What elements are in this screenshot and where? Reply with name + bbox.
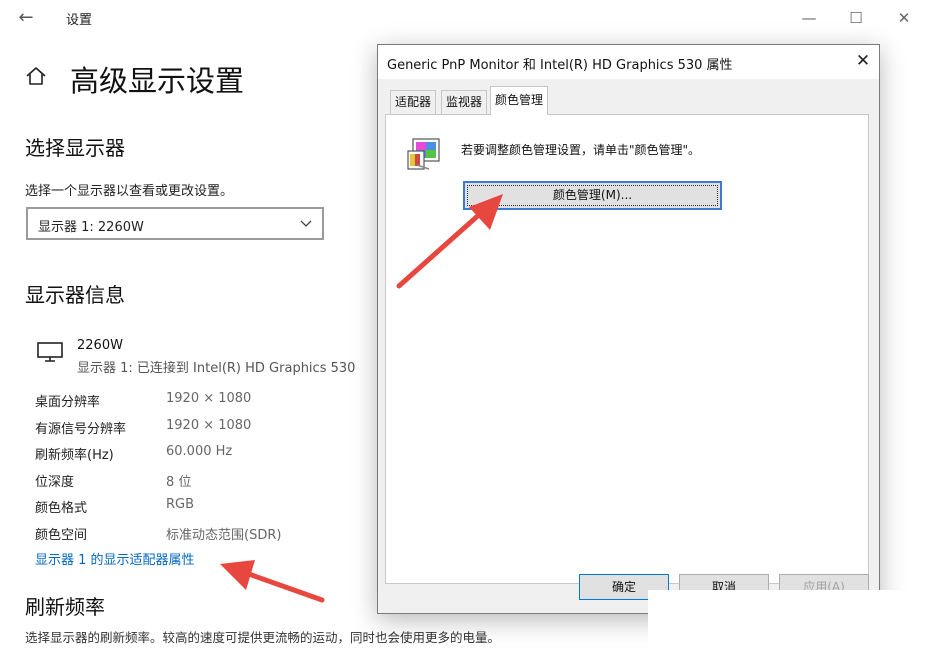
settings-titlebar: ← 设置 — ☐ ✕ [0, 0, 930, 36]
info-key: 颜色格式 [35, 501, 88, 516]
maximize-button[interactable]: ☐ [842, 6, 870, 30]
monitor-icon [37, 342, 63, 362]
app-title: 设置 [66, 13, 93, 28]
info-key: 颜色空间 [35, 528, 88, 543]
display-info-heading: 显示器信息 [25, 283, 125, 307]
info-key: 桌面分辨率 [35, 395, 101, 410]
info-row: 桌面分辨率 1920 × 1080 [35, 391, 375, 411]
dialog-close-button[interactable]: ✕ [852, 50, 874, 72]
color-management-icon [407, 138, 440, 170]
info-value: 60.000 Hz [166, 444, 233, 459]
display-select-dropdown[interactable]: 显示器 1: 2260W [26, 207, 324, 240]
info-value: 标准动态范围(SDR) [166, 528, 282, 543]
display-adapter-properties-link[interactable]: 显示器 1 的显示适配器属性 [35, 549, 195, 568]
info-key: 有源信号分辨率 [35, 422, 127, 437]
info-row: 颜色空间 标准动态范围(SDR) [35, 524, 375, 544]
home-icon[interactable] [24, 64, 48, 88]
info-value: 1920 × 1080 [166, 418, 252, 433]
chevron-down-icon [300, 220, 312, 227]
display-select-value: 显示器 1: 2260W [38, 220, 144, 235]
monitor-connection: 显示器 1: 已连接到 Intel(R) HD Graphics 530 [77, 361, 356, 376]
properties-dialog: Generic PnP Monitor 和 Intel(R) HD Graphi… [377, 44, 880, 614]
arrow-to-adapter-link [220, 560, 325, 603]
select-display-heading: 选择显示器 [25, 136, 125, 160]
tab-monitor[interactable]: 监视器 [441, 90, 488, 114]
close-button[interactable]: ✕ [890, 6, 918, 30]
minimize-button[interactable]: — [795, 6, 823, 30]
info-value: 1920 × 1080 [166, 391, 252, 406]
color-management-button[interactable]: 颜色管理(M)... [463, 181, 722, 210]
color-management-instruction: 若要调整颜色管理设置，请单击"颜色管理"。 [461, 143, 701, 157]
info-row: 颜色格式 RGB [35, 497, 375, 517]
select-display-description: 选择一个显示器以查看或更改设置。 [25, 184, 234, 199]
info-key: 位深度 [35, 475, 75, 490]
dialog-titlebar: Generic PnP Monitor 和 Intel(R) HD Graphi… [378, 45, 879, 79]
info-key: 刷新频率(Hz) [35, 448, 114, 463]
refresh-rate-heading: 刷新频率 [25, 595, 105, 619]
info-row: 刷新频率(Hz) 60.000 Hz [35, 444, 375, 464]
page-title: 高级显示设置 [70, 64, 245, 98]
info-value: RGB [166, 497, 195, 512]
info-row: 位深度 8 位 [35, 471, 375, 491]
tab-adapter[interactable]: 适配器 [390, 90, 437, 114]
monitor-name: 2260W [77, 338, 123, 353]
back-button[interactable]: ← [14, 6, 38, 30]
dialog-title: Generic PnP Monitor 和 Intel(R) HD Graphi… [387, 58, 733, 73]
tab-color-management[interactable]: 颜色管理 [490, 86, 549, 115]
info-value: 8 位 [166, 475, 192, 490]
white-overlay [648, 590, 930, 668]
info-row: 有源信号分辨率 1920 × 1080 [35, 418, 375, 438]
refresh-rate-description: 选择显示器的刷新频率。较高的速度可提供更流畅的运动，同时也会使用更多的电量。 [25, 630, 501, 645]
